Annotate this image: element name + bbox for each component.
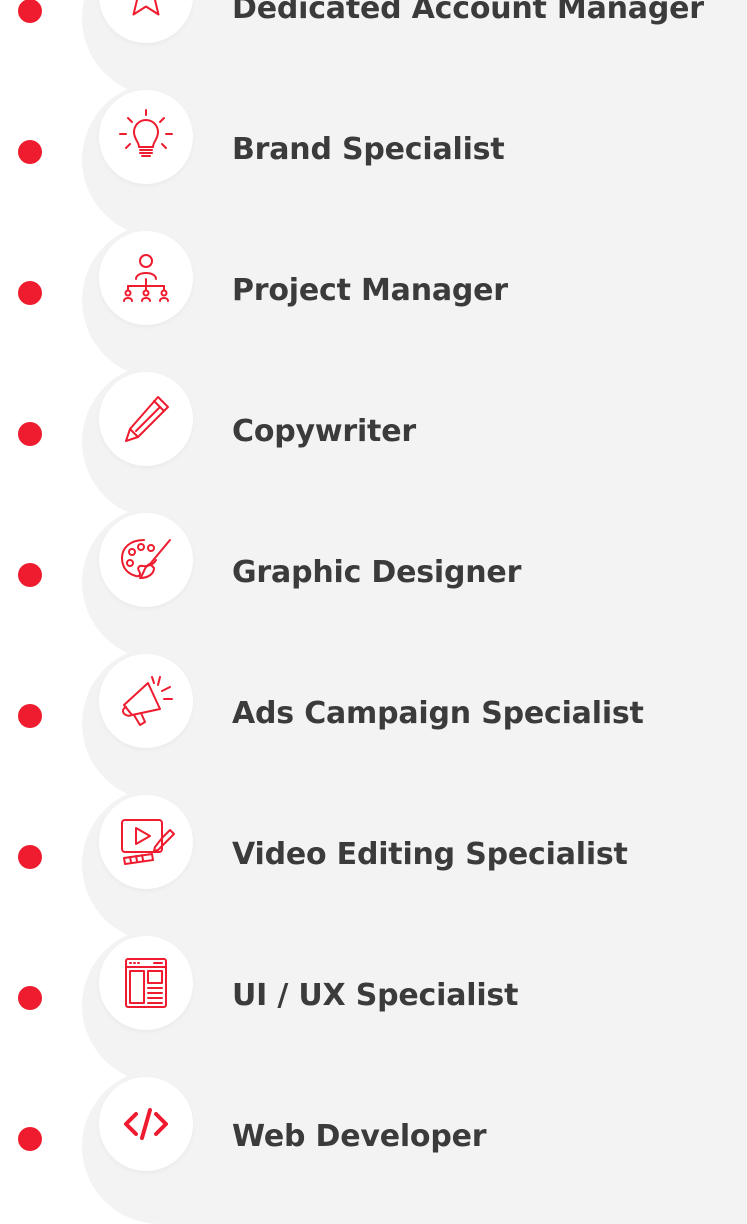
list-item: Ads Campaign Specialist	[0, 646, 747, 801]
layout-icon	[125, 958, 167, 1008]
bullet-dot	[18, 563, 42, 587]
icon-circle	[99, 1077, 193, 1171]
item-label: Copywriter	[232, 414, 416, 449]
bullet-dot	[18, 986, 42, 1010]
list-item: Graphic Designer	[0, 505, 747, 660]
bullet-dot	[18, 140, 42, 164]
lightbulb-icon	[119, 109, 173, 157]
bullet-dot	[18, 845, 42, 869]
bullet-dot	[18, 704, 42, 728]
team-hierarchy-icon	[123, 254, 169, 302]
bullet-dot	[18, 0, 42, 23]
bullet-dot	[18, 1127, 42, 1151]
icon-circle	[99, 654, 193, 748]
bullet-dot	[18, 281, 42, 305]
item-label: Project Manager	[232, 273, 508, 308]
icon-circle	[99, 372, 193, 466]
list-item: Project Manager	[0, 223, 747, 378]
icon-circle	[99, 936, 193, 1030]
item-label: Brand Specialist	[232, 132, 505, 167]
item-label: Web Developer	[232, 1119, 487, 1154]
bullet-dot	[18, 422, 42, 446]
icon-circle	[99, 795, 193, 889]
list-item: Brand Specialist	[0, 82, 747, 237]
pencil-icon	[125, 396, 169, 442]
item-label: Graphic Designer	[232, 555, 522, 590]
icon-circle	[99, 231, 193, 325]
code-icon	[124, 1108, 168, 1140]
list-item: Copywriter	[0, 364, 747, 519]
icon-circle	[99, 513, 193, 607]
megaphone-icon	[122, 676, 173, 726]
icon-circle	[99, 90, 193, 184]
item-label: Video Editing Specialist	[232, 837, 628, 872]
item-label: Dedicated Account Manager	[232, 0, 704, 26]
palette-brush-icon	[121, 539, 171, 579]
video-edit-icon	[121, 819, 175, 865]
list-item: Video Editing Specialist	[0, 787, 747, 942]
list-item: Dedicated Account Manager	[0, 0, 747, 96]
item-label: UI / UX Specialist	[232, 978, 519, 1013]
list-item: Web Developer	[0, 1069, 747, 1224]
star-icon	[132, 0, 160, 16]
item-label: Ads Campaign Specialist	[232, 696, 644, 731]
services-list: Dedicated Account Manager Brand Speciali…	[0, 0, 747, 1224]
list-item: UI / UX Specialist	[0, 928, 747, 1083]
